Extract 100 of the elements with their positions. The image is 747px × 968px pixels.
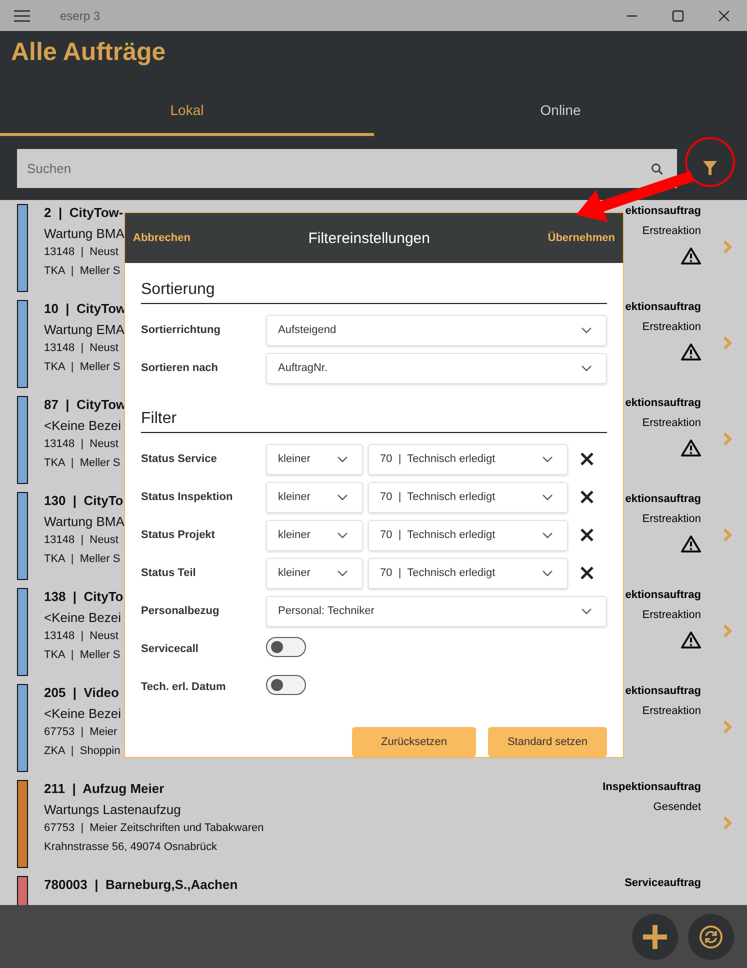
cancel-button[interactable]: Abbrechen: [133, 232, 190, 244]
chevron-down-icon: [542, 570, 553, 576]
apply-button[interactable]: Übernehmen: [548, 232, 615, 244]
close-icon: [718, 10, 730, 22]
order-customer: 13148 | Neust: [44, 342, 118, 356]
order-status: Erstreaktion: [642, 417, 701, 431]
annotation-circle: [685, 137, 735, 187]
field-label: Status Service: [141, 453, 218, 465]
order-customer: 13148 | Neust: [44, 438, 118, 452]
chevron-down-icon: [581, 608, 592, 614]
dropdown[interactable]: 70 | Technisch erledigt: [368, 444, 568, 474]
chevron-right-icon: [722, 432, 732, 446]
chevron-right-icon: [722, 528, 732, 542]
refresh-button[interactable]: [688, 914, 734, 960]
chevron-down-icon: [542, 532, 553, 538]
order-customer: 67753 | Meier Zeitschriften und Tabakwaren: [44, 822, 264, 836]
dropdown[interactable]: kleiner: [266, 520, 363, 550]
chevron-down-icon: [337, 456, 348, 462]
order-type: ektionsauftrag: [625, 301, 701, 315]
dropdown[interactable]: kleiner: [266, 482, 363, 512]
order-status: Gesendet: [653, 801, 701, 815]
field-label: Status Inspektion: [141, 491, 234, 503]
dropdown[interactable]: kleiner: [266, 558, 363, 588]
order-description: Wartungs Lastenaufzug: [44, 802, 181, 819]
order-status: Erstreaktion: [642, 321, 701, 335]
order-title: 205 | Video: [44, 685, 119, 702]
order-address: TKA | Meller S: [44, 361, 120, 375]
order-status: Erstreaktion: [642, 609, 701, 623]
order-customer: 13148 | Neust: [44, 534, 118, 548]
field-label: Sortieren nach: [141, 362, 220, 374]
order-customer: 67753 | Meier: [44, 726, 118, 740]
order-title: 130 | CityTo: [44, 493, 124, 510]
order-description: <Keine Bezei: [44, 610, 121, 627]
section-heading: Filter: [141, 408, 607, 433]
dialog-title: Filtereinstellungen: [308, 230, 430, 246]
search-field[interactable]: Suchen: [17, 148, 677, 188]
order-type: Serviceauftrag: [624, 877, 701, 891]
order-title: 211 | Aufzug Meier: [44, 781, 164, 798]
maximize-icon: [672, 10, 684, 22]
add-button[interactable]: [632, 914, 678, 960]
order-description: Wartung EMA: [44, 322, 124, 339]
chevron-down-icon: [337, 570, 348, 576]
order-title: 2 | CityTow-: [44, 205, 124, 222]
order-status: Erstreaktion: [642, 513, 701, 527]
plus-icon: [642, 924, 668, 950]
window-title: eserp 3: [60, 8, 100, 22]
order-type: ektionsauftrag: [625, 397, 701, 411]
order-description: <Keine Bezei: [44, 706, 121, 723]
chevron-right-icon: [722, 816, 732, 830]
field-label: Status Teil: [141, 567, 197, 579]
order-status: Erstreaktion: [642, 225, 701, 239]
chevron-right-icon: [722, 624, 732, 638]
order-description: Wartung BMA: [44, 226, 124, 243]
order-title: 87 | CityTow: [44, 397, 126, 414]
chevron-down-icon: [581, 364, 592, 372]
order-address: TKA | Meller S: [44, 553, 120, 567]
chevron-right-icon: [722, 720, 732, 734]
chevron-right-icon: [722, 240, 732, 254]
field-label: Personalbezug: [141, 605, 220, 617]
order-address: ZKA | Shoppin: [44, 745, 120, 759]
toggle-switch[interactable]: [266, 675, 306, 695]
chevron-down-icon: [337, 532, 348, 538]
order-description: Wartung BMA: [44, 514, 124, 531]
dropdown[interactable]: 70 | Technisch erledigt: [368, 558, 568, 588]
dialog-button[interactable]: Zurücksetzen: [352, 727, 476, 757]
tab[interactable]: Online: [374, 80, 747, 136]
close-icon: [580, 566, 594, 580]
search-icon: [651, 162, 663, 174]
dropdown[interactable]: Personal: Techniker: [266, 596, 607, 626]
order-title: 138 | CityTo: [44, 589, 124, 606]
order-title: 10 | CityTow: [44, 301, 126, 318]
field-label: Status Projekt: [141, 529, 216, 541]
order-type: ektionsauftrag: [625, 493, 701, 507]
dropdown[interactable]: 70 | Technisch erledigt: [368, 482, 568, 512]
dropdown[interactable]: AuftragNr.: [266, 352, 607, 384]
order-address: TKA | Meller S: [44, 265, 120, 279]
order-address: TKA | Meller S: [44, 649, 120, 663]
dropdown[interactable]: kleiner: [266, 444, 363, 474]
dialog-button[interactable]: Standard setzen: [488, 727, 607, 757]
order-type: Inspektionsauftrag: [602, 781, 701, 795]
chevron-right-icon: [722, 336, 732, 350]
page-title: Alle Aufträge: [10, 37, 167, 68]
field-label: Sortierrichtung: [141, 324, 222, 336]
field-label: Tech. erl. Datum: [141, 681, 227, 693]
toggle-switch[interactable]: [266, 637, 306, 657]
order-customer: 13148 | Neust: [44, 630, 118, 644]
order-type: ektionsauftrag: [625, 589, 701, 603]
tab[interactable]: Lokal: [0, 80, 374, 136]
chevron-down-icon: [542, 456, 553, 462]
order-type: ektionsauftrag: [625, 685, 701, 699]
funnel-icon: [703, 160, 717, 176]
close-icon: [580, 452, 594, 466]
order-type: ektionsauftrag: [625, 205, 701, 219]
chevron-down-icon: [581, 326, 592, 334]
dropdown[interactable]: 70 | Technisch erledigt: [368, 520, 568, 550]
order-address: TKA | Meller S: [44, 457, 120, 471]
field-label: Servicecall: [141, 643, 200, 655]
section-heading: Sortierung: [141, 279, 607, 304]
close-icon: [580, 490, 594, 504]
dropdown[interactable]: Aufsteigend: [266, 314, 607, 346]
